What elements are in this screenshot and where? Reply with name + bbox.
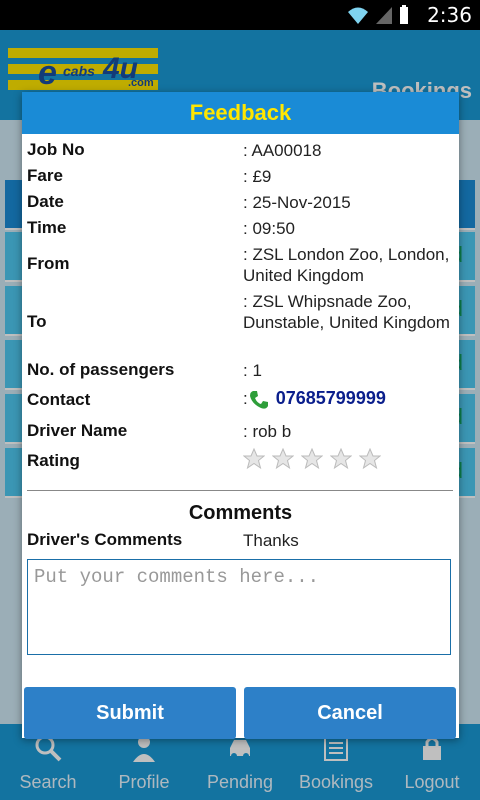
star-icon[interactable]	[359, 448, 381, 470]
detail-value: : 09:50	[243, 219, 295, 238]
detail-time: Time : 09:50	[27, 218, 457, 242]
submit-button[interactable]: Submit	[24, 687, 236, 739]
contact-value[interactable]: :07685799999	[243, 388, 453, 411]
star-icon[interactable]	[301, 448, 323, 470]
detail-to: To : ZSL Whipsnade Zoo, Dunstable, Unite…	[27, 291, 457, 355]
status-icons	[346, 5, 410, 25]
detail-value: : AA00018	[243, 141, 322, 160]
dialog-title: Feedback	[22, 92, 459, 134]
feedback-dialog: Feedback Job No : AA00018 Fare : £9 Date…	[22, 92, 459, 739]
detail-value: : 1	[243, 361, 262, 380]
detail-from: From : ZSL London Zoo, London, United Ki…	[27, 244, 457, 290]
divider	[27, 490, 453, 491]
wifi-icon	[348, 7, 368, 24]
detail-label: Contact	[27, 390, 91, 409]
cancel-button[interactable]: Cancel	[244, 687, 456, 739]
detail-label: Time	[27, 218, 67, 237]
detail-label: Fare	[27, 166, 63, 185]
drivers-comments-label: Driver's Comments	[27, 530, 183, 549]
detail-value: : ZSL London Zoo, London, United Kingdom	[243, 245, 450, 285]
detail-label: From	[27, 254, 70, 273]
status-bar: 2:36	[0, 0, 480, 30]
comments-input[interactable]: Put your comments here...	[27, 559, 451, 655]
detail-label: Job No	[27, 140, 85, 159]
detail-passengers: No. of passengers : 1	[27, 360, 457, 384]
detail-driver-name: Driver Name : rob b	[27, 421, 457, 445]
detail-value: : rob b	[243, 422, 292, 441]
star-icon[interactable]	[243, 448, 265, 470]
detail-label: Rating	[27, 451, 80, 470]
detail-date: Date : 25-Nov-2015	[27, 192, 457, 216]
detail-job-no: Job No : AA00018	[27, 140, 457, 164]
star-icon[interactable]	[330, 448, 352, 470]
comments-heading: Comments	[188, 502, 293, 524]
detail-label: Driver Name	[27, 421, 128, 440]
star-icon[interactable]	[272, 448, 294, 470]
detail-label: Date	[27, 192, 64, 211]
rating-stars[interactable]	[243, 448, 453, 475]
detail-value: : £9	[243, 167, 272, 186]
detail-value: : ZSL Whipsnade Zoo, Dunstable, United K…	[243, 292, 450, 332]
drivers-comments-value: Thanks	[243, 531, 299, 550]
detail-contact: Contact :07685799999	[27, 388, 457, 416]
detail-label: To	[27, 312, 47, 331]
phone-icon[interactable]	[248, 389, 270, 411]
detail-fare: Fare : £9	[27, 166, 457, 190]
detail-rating: Rating	[27, 448, 457, 476]
signal-icon	[376, 7, 392, 24]
detail-label: No. of passengers	[27, 360, 175, 379]
drivers-comments-row: Driver's Comments Thanks	[27, 530, 457, 554]
battery-icon	[400, 5, 408, 24]
detail-value: : 25-Nov-2015	[243, 193, 351, 212]
status-time: 2:36	[427, 3, 472, 27]
contact-number[interactable]: 07685799999	[276, 388, 386, 408]
